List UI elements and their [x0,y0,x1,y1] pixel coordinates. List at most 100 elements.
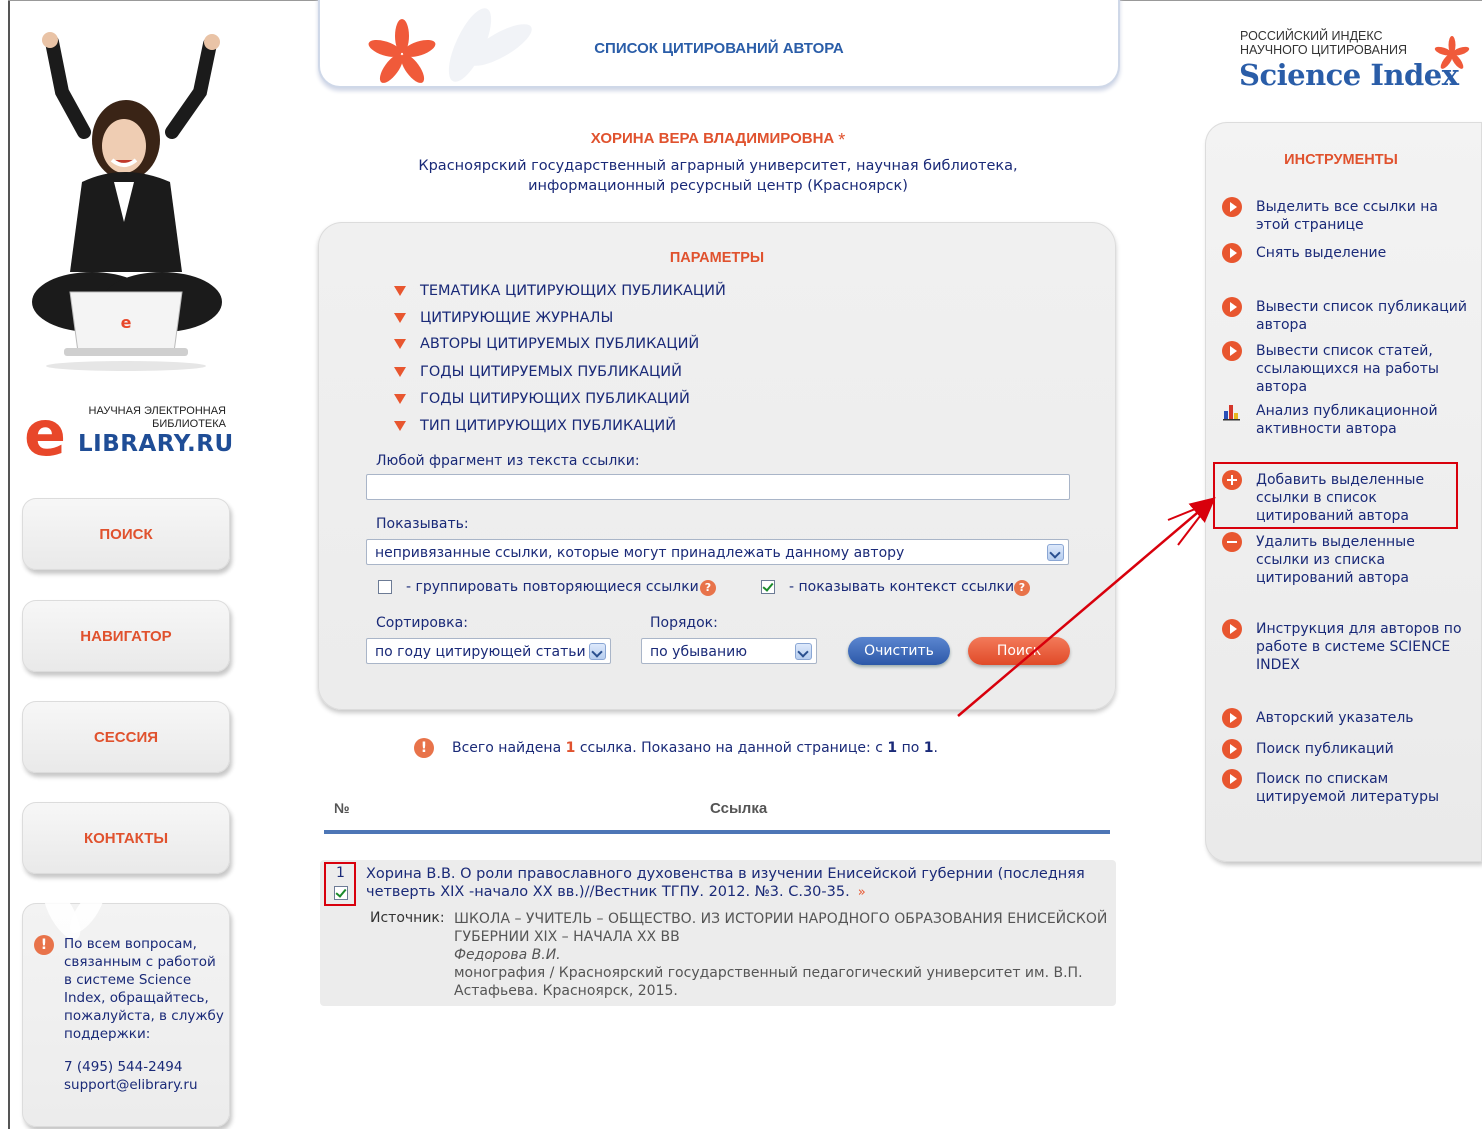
help-icon[interactable]: ? [1014,580,1030,596]
param-label: ГОДЫ ЦИТИРУЮЩИХ ПУБЛИКАЦИЙ [420,391,690,407]
support-email-link[interactable]: support@elibrary.ru [64,1077,198,1093]
show-select-value: непривязанные ссылки, которые могут прин… [375,545,905,561]
play-icon [1222,739,1242,759]
source-publication: монография / Красноярский государственны… [454,965,1083,999]
highlight-box-add [1213,462,1458,529]
support-box: ! По всем вопросам, связанным с работой … [22,903,230,1127]
play-icon [1222,708,1242,728]
param-citing-years[interactable]: ГОДЫ ЦИТИРУЮЩИХ ПУБЛИКАЦИЙ [394,388,690,410]
sort-select[interactable]: по году цитирующей статьи [366,638,611,664]
tool-label: Вывести список статей, ссылающихся на ра… [1256,343,1439,395]
source-author-text: Федорова В.И. [454,947,561,963]
source-title: ШКОЛА – УЧИТЕЛЬ – ОБЩЕСТВО. ИЗ ИСТОРИИ Н… [454,911,1108,945]
result-number: 1 [336,865,345,881]
param-citing-topics[interactable]: ТЕМАТИКА ЦИТИРУЮЩИХ ПУБЛИКАЦИЙ [394,280,726,302]
order-label: Порядок: [650,615,718,631]
fast-forward-icon[interactable]: » [858,885,866,900]
tool-search-publications[interactable]: Поиск публикаций [1222,739,1470,759]
parameters-panel: ПАРАМЕТРЫ ТЕМАТИКА ЦИТИРУЮЩИХ ПУБЛИКАЦИЙ… [318,222,1116,710]
param-label: ЦИТИРУЮЩИЕ ЖУРНАЛЫ [420,310,614,326]
tool-activity-analysis[interactable]: Анализ публикационной активности автора [1222,402,1470,438]
summary-end: . [933,740,938,756]
svg-text:e: e [121,313,132,332]
param-cited-authors[interactable]: АВТОРЫ ЦИТИРУЕМЫХ ПУБЛИКАЦИЙ [394,333,699,355]
info-icon: ! [34,935,54,955]
summary-to-word: по [901,740,920,756]
param-label: ТЕМАТИКА ЦИТИРУЮЩИХ ПУБЛИКАЦИЙ [420,283,726,299]
param-label: ГОДЫ ЦИТИРУЕМЫХ ПУБЛИКАЦИЙ [420,364,682,380]
sort-label: Сортировка: [376,615,468,631]
play-icon [1222,619,1242,639]
show-context-label: - показывать контекст ссылки [789,579,1015,595]
support-phone: 7 (495) 544-2494 [64,1059,183,1075]
summary-prefix: Всего найдена [452,740,562,756]
result-select-checkbox[interactable] [334,886,348,900]
summary-to: 1 [923,740,934,756]
show-select[interactable]: непривязанные ссылки, которые могут прин… [366,539,1069,565]
tool-author-publications[interactable]: Вывести список публикаций автора [1222,297,1470,334]
science-index-subtitle: РОССИЙСКИЙ ИНДЕКС НАУЧНОГО ЦИТИРОВАНИЯ [1240,29,1407,57]
author-organization: Красноярский государственный аграрный ун… [418,158,1018,194]
science-index-line1: РОССИЙСКИЙ ИНДЕКС [1240,29,1383,43]
elibrary-logo-subtitle: НАУЧНАЯ ЭЛЕКТРОННАЯ БИБЛИОТЕКА [88,405,226,430]
triangle-down-icon [394,367,406,377]
tool-search-references[interactable]: Поиск по спискам цитируемой литературы [1222,769,1470,806]
author-marker: * [838,130,846,150]
nav-button-session[interactable]: СЕССИЯ [22,701,230,773]
science-index-logo[interactable]: Science Index [1239,58,1459,92]
result-citation-text[interactable]: Хорина В.В. О роли православного духовен… [366,866,1085,900]
clear-button[interactable]: Очистить [848,637,950,665]
summary-mid: ссылка. Показано на данной странице: с [579,740,883,756]
elibrary-logo-letter: e [24,397,67,470]
search-button[interactable]: Поиск [968,637,1070,665]
param-label: ТИП ЦИТИРУЮЩИХ ПУБЛИКАЦИЙ [420,418,677,434]
chevron-down-icon[interactable] [1047,544,1064,561]
chevron-down-icon[interactable] [589,643,606,660]
tool-label: Поиск по спискам цитируемой литературы [1256,771,1440,805]
param-cited-years[interactable]: ГОДЫ ЦИТИРУЕМЫХ ПУБЛИКАЦИЙ [394,361,682,383]
order-select[interactable]: по убыванию [641,638,817,664]
play-icon [1222,341,1242,361]
frame-border-left [8,0,10,1129]
triangle-down-icon [394,286,406,296]
fragment-label: Любой фрагмент из текста ссылки: [376,453,640,469]
tool-remove-selected[interactable]: Удалить выделенные ссылки из списка цити… [1222,532,1470,587]
show-context-checkbox[interactable] [761,580,775,594]
summary-count: 1 [565,740,576,756]
source-author: Федорова В.И. [454,946,1110,964]
param-citing-type[interactable]: ТИП ЦИТИРУЮЩИХ ПУБЛИКАЦИЙ [394,415,676,437]
tools-title: ИНСТРУМЕНТЫ [1284,152,1398,168]
nav-button-navigator[interactable]: НАВИГАТОР [22,600,230,672]
nav-button-contacts[interactable]: КОНТАКТЫ [22,802,230,874]
tool-label: Вывести список публикаций автора [1256,299,1467,333]
nav-button-search[interactable]: ПОИСК [22,498,230,570]
param-citing-journals[interactable]: ЦИТИРУЮЩИЕ ЖУРНАЛЫ [394,307,613,329]
author-name-text: ХОРИНА ВЕРА ВЛАДИМИРОВНА [590,130,835,147]
bar-chart-icon [1223,405,1240,421]
tool-select-all[interactable]: Выделить все ссылки на этой странице [1222,197,1470,234]
group-duplicates-label: - группировать повторяющиеся ссылки [406,579,699,595]
tool-deselect[interactable]: Снять выделение [1222,243,1470,263]
results-summary: ! Всего найдена 1 ссылка. Показано на да… [414,738,938,758]
chevron-down-icon[interactable] [795,643,812,660]
elibrary-logo[interactable]: e НАУЧНАЯ ЭЛЕКТРОННАЯ БИБЛИОТЕКА LIBRARY… [22,397,233,470]
page-title: СПИСОК ЦИТИРОВАНИЙ АВТОРА [594,40,844,57]
sort-select-value: по году цитирующей статьи [375,644,586,660]
source-label: Источник: [370,910,445,926]
help-icon[interactable]: ? [700,580,716,596]
mascot-woman-image: e [32,32,222,371]
column-header-link: Ссылка [710,800,768,817]
tool-citing-articles[interactable]: Вывести список статей, ссылающихся на ра… [1222,341,1470,396]
header-banner: СПИСОК ЦИТИРОВАНИЙ АВТОРА [318,0,1120,88]
play-icon [1222,197,1242,217]
tool-instructions[interactable]: Инструкция для авторов по работе в систе… [1222,619,1470,674]
column-header-rule [324,830,1110,834]
tool-label: Выделить все ссылки на этой странице [1256,199,1438,233]
triangle-down-icon [394,421,406,431]
triangle-down-icon [394,339,406,349]
fragment-input[interactable] [366,474,1070,500]
show-label: Показывать: [376,516,469,532]
group-duplicates-checkbox[interactable] [378,580,392,594]
result-citation[interactable]: Хорина В.В. О роли православного духовен… [366,865,1086,902]
tool-author-index[interactable]: Авторский указатель [1222,708,1470,728]
